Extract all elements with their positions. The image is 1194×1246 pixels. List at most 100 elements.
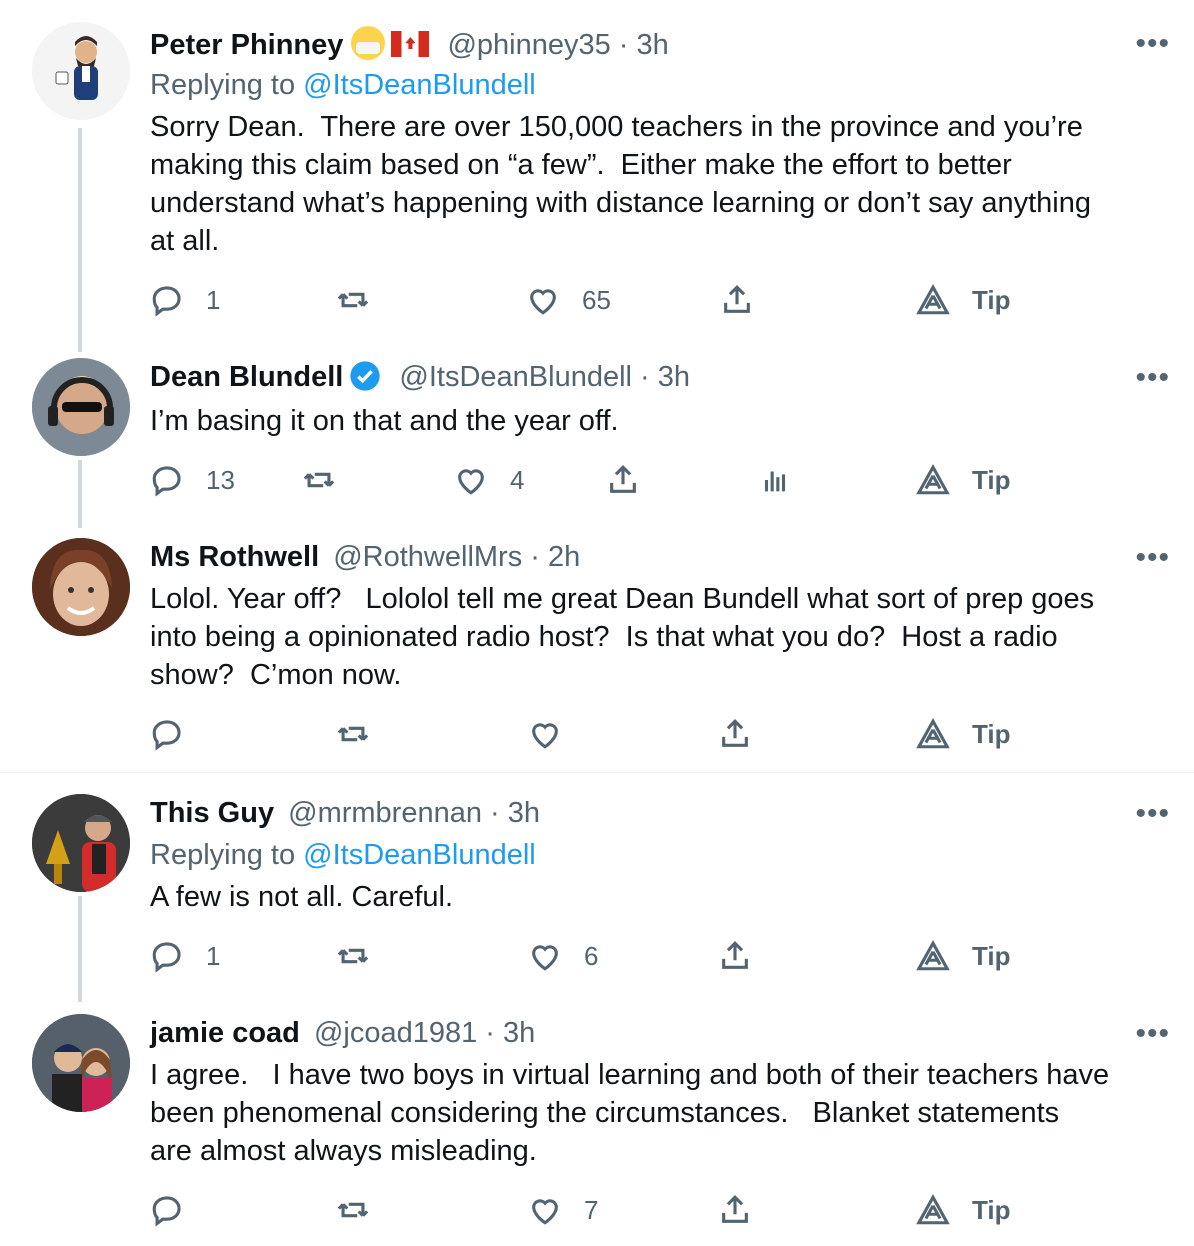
tweet-text: A few is not all. Careful. xyxy=(150,881,454,913)
verified-icon xyxy=(350,361,381,391)
tip-button[interactable]: Tip xyxy=(916,936,1011,976)
share-icon xyxy=(722,1195,748,1223)
like-button[interactable]: 65 xyxy=(526,280,611,320)
more-options-button[interactable]: ••• xyxy=(1135,543,1170,573)
tip-label: Tip xyxy=(972,464,1011,495)
retweet-button[interactable] xyxy=(336,936,392,976)
tweet-text: Sorry Dean. There are over 150,000 teach… xyxy=(150,111,1091,257)
avatar[interactable] xyxy=(32,1014,130,1112)
author-name[interactable]: Peter Phinney xyxy=(150,29,343,61)
thread-line xyxy=(78,460,82,528)
share-button[interactable] xyxy=(606,460,640,500)
tip-button[interactable]: Tip xyxy=(916,1190,1011,1230)
retweet-icon xyxy=(337,292,369,308)
like-icon xyxy=(532,945,558,971)
share-button[interactable] xyxy=(718,1190,752,1230)
share-button[interactable] xyxy=(720,280,754,320)
more-options-button[interactable]: ••• xyxy=(1135,799,1170,829)
replying-to-link[interactable]: @ItsDeanBlundell xyxy=(303,839,536,871)
reply-icon xyxy=(152,720,181,751)
mask-emoji-icon xyxy=(351,26,386,60)
tip-button[interactable]: Tip xyxy=(916,714,1011,754)
retweet-icon xyxy=(337,948,369,964)
tweet-actions: Tip xyxy=(150,714,1150,754)
tip-icon xyxy=(916,940,950,971)
reply-button[interactable] xyxy=(150,1190,206,1230)
author-handle[interactable]: @mrmbrennan · 3h xyxy=(288,797,540,829)
like-count: 6 xyxy=(584,940,599,971)
retweet-icon xyxy=(337,1202,369,1218)
replying-to: Replying to @ItsDeanBlundell xyxy=(150,838,536,872)
like-icon xyxy=(532,723,558,749)
tip-label: Tip xyxy=(972,940,1011,971)
analytics-icon xyxy=(764,471,786,492)
like-count: 7 xyxy=(584,1194,599,1225)
tip-icon xyxy=(916,718,950,749)
reply-icon xyxy=(152,1196,181,1227)
thread-line xyxy=(78,128,82,352)
like-button[interactable]: 7 xyxy=(528,1190,598,1230)
author-name[interactable]: Ms Rothwell xyxy=(150,541,319,573)
avatar[interactable] xyxy=(32,22,130,120)
tweet-actions: 1 65 Tip xyxy=(150,280,1150,320)
like-icon xyxy=(532,1199,558,1225)
tweet-text: Lolol. Year off? Lololol tell me great D… xyxy=(150,583,1095,691)
author-handle[interactable]: @RothwellMrs · 2h xyxy=(333,541,580,573)
author-handle[interactable]: @phinney35 · 3h xyxy=(447,29,668,61)
reply-button[interactable] xyxy=(150,714,206,754)
replying-prefix: Replying to xyxy=(150,839,304,871)
like-count: 65 xyxy=(582,284,611,315)
author-handle[interactable]: @jcoad1981 · 3h xyxy=(314,1017,535,1049)
reply-button[interactable]: 1 xyxy=(150,280,220,320)
like-button[interactable] xyxy=(528,714,584,754)
retweet-icon xyxy=(337,726,369,742)
share-icon xyxy=(722,941,748,969)
reply-icon xyxy=(152,942,181,973)
reply-count: 1 xyxy=(206,284,221,315)
tweet-text: I agree. I have two boys in virtual lear… xyxy=(150,1059,1110,1167)
thread-line xyxy=(78,896,82,1002)
reply-count: 1 xyxy=(206,940,221,971)
replying-prefix: Replying to xyxy=(150,69,304,101)
avatar[interactable] xyxy=(32,358,130,456)
share-icon xyxy=(722,719,748,747)
tip-label: Tip xyxy=(972,1194,1011,1225)
like-button[interactable]: 4 xyxy=(454,460,524,500)
share-button[interactable] xyxy=(718,714,752,754)
like-icon xyxy=(530,289,556,315)
tweet-actions: 1 6 Tip xyxy=(150,936,1150,976)
like-icon xyxy=(458,469,484,495)
analytics-button[interactable] xyxy=(758,460,792,500)
author-name[interactable]: jamie coad xyxy=(150,1017,300,1049)
replying-to: Replying to @ItsDeanBlundell xyxy=(150,68,536,102)
share-button[interactable] xyxy=(718,936,752,976)
canada-flag-icon xyxy=(391,31,430,57)
tweet-text: I’m basing it on that and the year off. xyxy=(150,405,619,437)
author-handle[interactable]: @ItsDeanBlundell · 3h xyxy=(399,361,690,393)
reply-button[interactable]: 1 xyxy=(150,936,220,976)
tip-label: Tip xyxy=(972,718,1011,749)
share-icon xyxy=(610,465,636,493)
replying-to-link[interactable]: @ItsDeanBlundell xyxy=(303,69,536,101)
retweet-icon xyxy=(303,472,335,488)
tweet-actions: 13 4 Tip xyxy=(150,460,1150,500)
like-button[interactable]: 6 xyxy=(528,936,598,976)
retweet-button[interactable] xyxy=(336,714,392,754)
more-options-button[interactable]: ••• xyxy=(1135,363,1170,393)
tip-button[interactable]: Tip xyxy=(916,280,1011,320)
reply-button[interactable]: 13 xyxy=(150,460,235,500)
avatar[interactable] xyxy=(32,794,130,892)
author-name[interactable]: Dean Blundell xyxy=(150,361,343,393)
reply-icon xyxy=(152,466,181,497)
share-icon xyxy=(724,285,750,313)
tip-button[interactable]: Tip xyxy=(916,460,1011,500)
retweet-button[interactable] xyxy=(302,460,358,500)
reply-count: 13 xyxy=(206,464,235,495)
avatar[interactable] xyxy=(32,538,130,636)
author-name[interactable]: This Guy xyxy=(150,797,274,829)
tip-label: Tip xyxy=(972,284,1011,315)
more-options-button[interactable]: ••• xyxy=(1135,1019,1170,1049)
more-options-button[interactable]: ••• xyxy=(1135,29,1170,59)
retweet-button[interactable] xyxy=(336,280,392,320)
retweet-button[interactable] xyxy=(336,1190,392,1230)
